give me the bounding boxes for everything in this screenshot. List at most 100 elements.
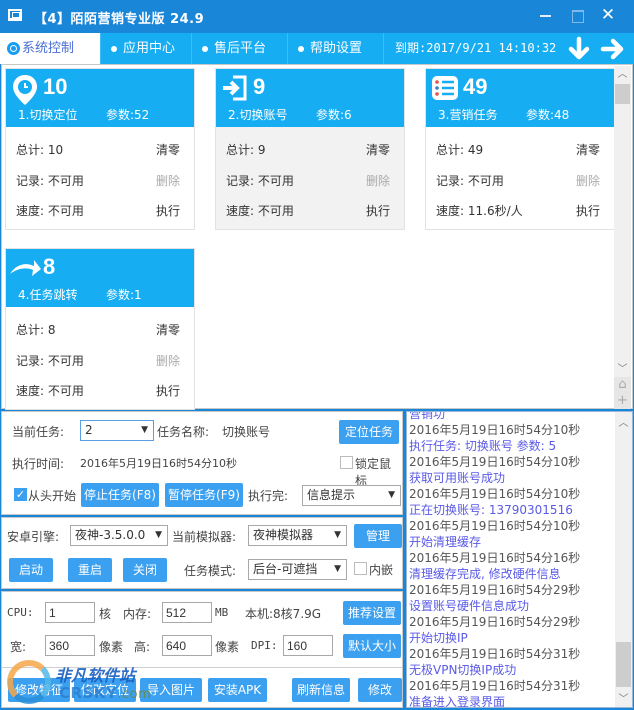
tab-system-control[interactable]: 系统控制 — [0, 33, 101, 64]
card-speed-row: 速度: 不可用 执行 — [216, 200, 404, 220]
record-label: 记录: — [226, 174, 255, 188]
scroll-up-icon[interactable]: ︿ — [614, 66, 631, 83]
task-card: 49 3.营销任务 参数:48 总计: 49 清零 记录: 不可用 删除 速度:… — [425, 68, 615, 230]
log-message: 执行任务: 切换账号 参数: 5 — [409, 439, 557, 453]
add-icon[interactable]: + — [614, 393, 631, 409]
start-button[interactable]: 启动 — [9, 558, 53, 582]
log-message: 准备进入登录界面 — [409, 695, 506, 708]
cards-scrollbar[interactable]: ︿ ﹀ ⌂ + — [614, 66, 631, 409]
close-emulator-button[interactable]: 关闭 — [123, 558, 167, 582]
memory-input[interactable] — [162, 602, 212, 623]
tab-label: 售后平台 — [214, 41, 267, 56]
delete-button[interactable]: 删除 — [366, 172, 390, 189]
locate-task-button[interactable]: 定位任务 — [339, 420, 399, 444]
log-timestamp: 2016年5月19日16时54分10秒 — [409, 487, 581, 501]
task-name-label: 任务名称: — [157, 425, 210, 439]
tab-help-settings[interactable]: 帮助设置 — [288, 33, 384, 64]
speed-value: 不可用 — [257, 204, 294, 218]
cpu-label: CPU: — [7, 606, 34, 619]
lock-mouse-checkbox[interactable] — [340, 456, 353, 469]
speed-label: 速度: — [16, 204, 45, 218]
default-size-button[interactable]: 默认大小 — [343, 634, 401, 658]
emulator-select[interactable]: 夜神模拟器 ▼ — [248, 525, 347, 546]
engine-panel: 安卓引擎: 夜神-3.5.0.0 ▼ 当前模拟器: 夜神模拟器 ▼ 管理 启动 … — [1, 517, 403, 589]
run-button[interactable]: 执行 — [156, 382, 180, 399]
height-label: 高: — [134, 640, 151, 654]
modify-feature-button[interactable]: 修改特征 — [8, 678, 70, 702]
dpi-input[interactable] — [283, 635, 333, 656]
window-title: 【4】陌陌营销专业版 24.9 — [34, 12, 205, 27]
total-value: 8 — [47, 323, 56, 337]
maximize-button[interactable] — [563, 4, 591, 26]
current-task-label: 当前任务: — [12, 425, 65, 439]
embed-checkbox[interactable] — [354, 562, 367, 575]
total-label: 总计: — [16, 143, 45, 157]
record-value: 不可用 — [47, 174, 84, 188]
tab-after-sales[interactable]: 售后平台 — [192, 33, 288, 64]
arrow-down-icon[interactable] — [566, 36, 592, 62]
card-name: 1.切换定位 — [18, 108, 78, 122]
tab-label: 帮助设置 — [310, 41, 363, 56]
log-timestamp: 2016年5月19日16时54分29秒 — [409, 615, 581, 629]
engine-select[interactable]: 夜神-3.5.0.0 ▼ — [70, 525, 168, 546]
card-header: 9 2.切换账号 参数:6 — [216, 69, 404, 127]
scroll-thumb[interactable] — [615, 84, 630, 104]
delete-button[interactable]: 删除 — [156, 172, 180, 189]
height-input[interactable] — [162, 635, 212, 656]
width-input[interactable] — [45, 635, 95, 656]
log-panel[interactable]: 营销功 2016年5月19日16时54分10秒 执行任务: 切换账号 参数: 5 20… — [406, 411, 633, 708]
log-timestamp: 2016年5月19日16时54分10秒 — [409, 519, 581, 533]
clear-button[interactable]: 清零 — [576, 141, 600, 158]
clear-button[interactable]: 清零 — [156, 141, 180, 158]
run-button[interactable]: 执行 — [576, 202, 600, 219]
install-apk-button[interactable]: 安装APK — [208, 678, 267, 702]
recommend-settings-button[interactable]: 推荐设置 — [343, 601, 401, 625]
clear-button[interactable]: 清零 — [366, 141, 390, 158]
card-param: 参数:48 — [526, 108, 570, 122]
chevron-down-icon: ▼ — [334, 530, 341, 540]
log-message: 正在切换账号: 13790301516 — [409, 503, 573, 517]
log-message: 设置账号硬件信息成功 — [409, 599, 530, 613]
scroll-up-icon[interactable]: ︿ — [615, 414, 632, 429]
minimize-button[interactable] — [532, 4, 560, 26]
modify-location-button[interactable]: 修改定位 — [74, 678, 136, 702]
run-button[interactable]: 执行 — [156, 202, 180, 219]
current-task-select[interactable]: 2 ▼ — [80, 420, 154, 441]
from-start-checkbox[interactable]: ✓ — [14, 488, 27, 501]
exec-time-label: 执行时间: — [12, 457, 65, 471]
scroll-down-icon[interactable]: ﹀ — [615, 690, 632, 705]
stop-task-button[interactable]: 停止任务(F8) — [81, 483, 159, 507]
dpi-label: DPI: — [251, 639, 278, 652]
after-exec-select[interactable]: 信息提示 ▼ — [302, 485, 401, 506]
run-button[interactable]: 执行 — [366, 202, 390, 219]
total-label: 总计: — [436, 143, 465, 157]
scroll-down-icon[interactable]: ﹀ — [614, 361, 631, 378]
trash-icon[interactable]: ⌂ — [614, 377, 631, 393]
record-label: 记录: — [16, 174, 45, 188]
card-header: 10 1.切换定位 参数:52 — [6, 69, 194, 127]
pause-task-button[interactable]: 暂停任务(F9) — [165, 483, 243, 507]
refresh-info-button[interactable]: 刷新信息 — [292, 678, 350, 702]
clear-button[interactable]: 清零 — [156, 321, 180, 338]
card-name: 3.营销任务 — [438, 108, 498, 122]
card-record-row: 记录: 不可用 删除 — [6, 350, 194, 370]
close-button[interactable]: ✕ — [594, 4, 622, 26]
log-timestamp: 2016年5月19日16时54分29秒 — [409, 583, 581, 597]
manage-button[interactable]: 管理 — [354, 524, 402, 548]
dot-icon — [298, 46, 304, 52]
log-scrollbar[interactable]: ︿ ﹀ — [615, 412, 632, 707]
delete-button[interactable]: 删除 — [576, 172, 600, 189]
import-image-button[interactable]: 导入图片 — [140, 678, 202, 702]
tab-app-center[interactable]: 应用中心 — [101, 33, 192, 64]
delete-button[interactable]: 删除 — [156, 352, 180, 369]
chevron-down-icon: ▼ — [141, 425, 148, 435]
mode-select[interactable]: 后台-可遮挡 ▼ — [248, 559, 347, 580]
arrow-right-icon[interactable] — [600, 36, 626, 62]
card-name: 2.切换账号 — [228, 108, 288, 122]
modify-button[interactable]: 修改 — [358, 678, 402, 702]
scroll-thumb[interactable] — [616, 642, 631, 687]
host-info: 本机:8核7.9G — [245, 607, 322, 621]
location-pin-clock-icon — [11, 74, 39, 105]
restart-button[interactable]: 重启 — [68, 558, 112, 582]
cpu-input[interactable] — [45, 602, 95, 623]
